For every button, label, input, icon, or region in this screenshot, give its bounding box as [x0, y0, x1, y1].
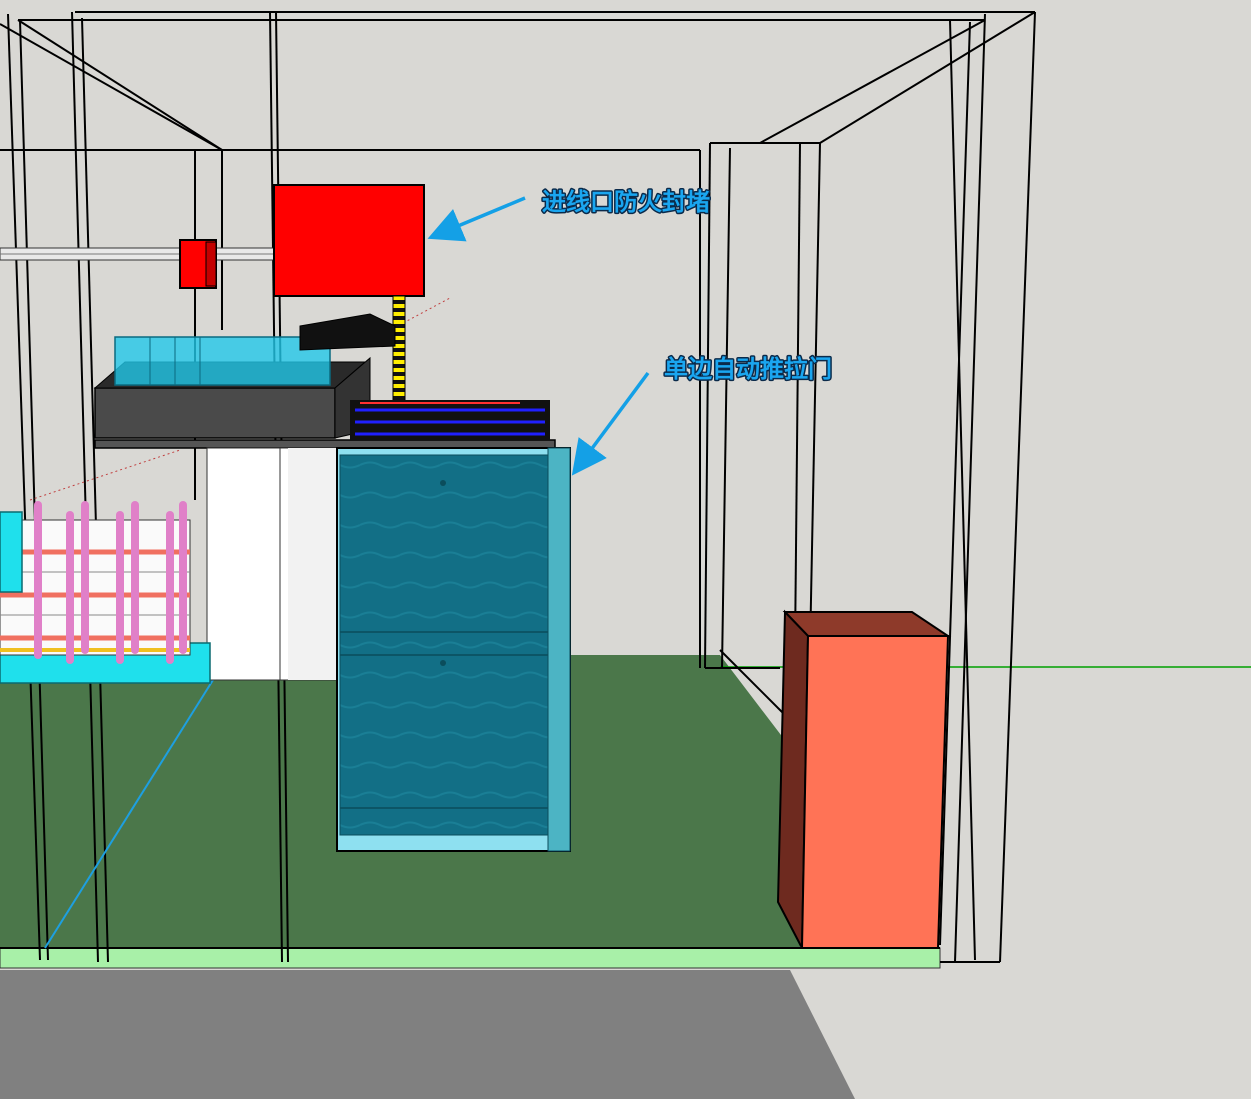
battery-rack — [0, 501, 211, 684]
floor-edge-strip — [0, 947, 941, 969]
wall-column-shade — [288, 448, 337, 680]
sliding-door — [336, 447, 571, 852]
fire-seal-label: 进线口防火封堵 — [542, 188, 710, 216]
scene-diagram: 进线口防火封堵 单边自动推拉门 — [0, 0, 1251, 1099]
fire-seal-box — [273, 184, 425, 297]
small-seal-box-side — [205, 241, 217, 287]
sliding-door-label: 单边自动推拉门 — [664, 355, 832, 383]
cable-rail — [0, 247, 276, 261]
orange-cabinet — [776, 609, 952, 949]
ground-slab — [0, 970, 855, 1099]
